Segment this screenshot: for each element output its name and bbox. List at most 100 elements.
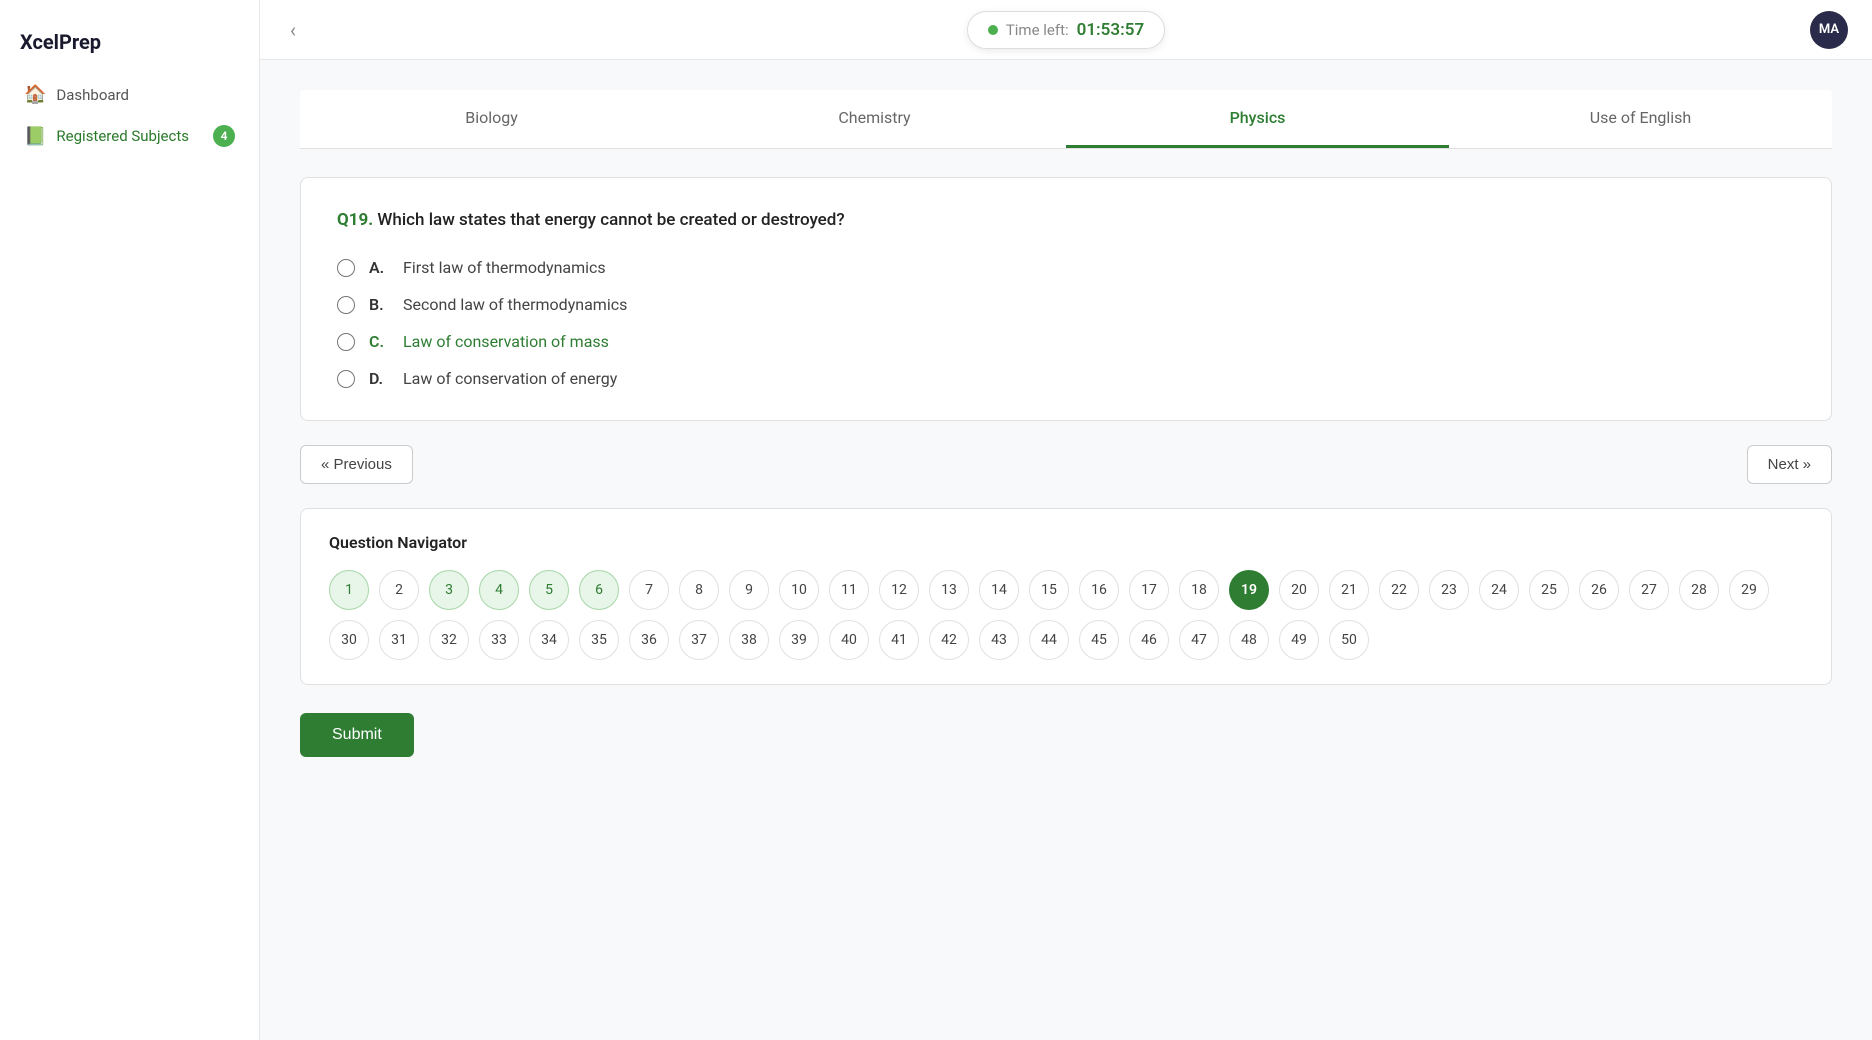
navigator-number-33[interactable]: 33 xyxy=(479,620,519,660)
navigator-number-17[interactable]: 17 xyxy=(1129,570,1169,610)
option-c[interactable]: C. Law of conservation of mass xyxy=(337,332,1795,351)
navigator-number-44[interactable]: 44 xyxy=(1029,620,1069,660)
navigator-number-12[interactable]: 12 xyxy=(879,570,919,610)
app-logo: XcelPrep xyxy=(0,20,259,74)
navigator-number-21[interactable]: 21 xyxy=(1329,570,1369,610)
next-button[interactable]: Next » xyxy=(1747,445,1832,484)
navigator-number-30[interactable]: 30 xyxy=(329,620,369,660)
navigator-number-14[interactable]: 14 xyxy=(979,570,1019,610)
navigator-number-37[interactable]: 37 xyxy=(679,620,719,660)
option-b-radio[interactable] xyxy=(337,296,355,314)
timer-label: Time left: xyxy=(1006,21,1069,39)
navigator-number-24[interactable]: 24 xyxy=(1479,570,1519,610)
navigator-number-11[interactable]: 11 xyxy=(829,570,869,610)
tab-biology-label: Biology xyxy=(465,108,518,127)
nav-buttons: « Previous Next » xyxy=(300,445,1832,484)
option-d-text: Law of conservation of energy xyxy=(403,369,617,388)
navigator-number-34[interactable]: 34 xyxy=(529,620,569,660)
options-list: A. First law of thermodynamics B. Second… xyxy=(337,258,1795,388)
sidebar-item-dashboard[interactable]: 🏠 Dashboard xyxy=(12,74,247,115)
navigator-number-9[interactable]: 9 xyxy=(729,570,769,610)
navigator-number-7[interactable]: 7 xyxy=(629,570,669,610)
navigator-number-35[interactable]: 35 xyxy=(579,620,619,660)
timer-value: 01:53:57 xyxy=(1077,20,1145,40)
navigator-number-32[interactable]: 32 xyxy=(429,620,469,660)
back-button[interactable]: ‹ xyxy=(290,18,296,42)
navigator-number-3[interactable]: 3 xyxy=(429,570,469,610)
question-card: Q19. Which law states that energy cannot… xyxy=(300,177,1832,421)
tab-use-of-english[interactable]: Use of English xyxy=(1449,90,1832,148)
navigator-number-41[interactable]: 41 xyxy=(879,620,919,660)
option-d-radio[interactable] xyxy=(337,370,355,388)
navigator-number-16[interactable]: 16 xyxy=(1079,570,1119,610)
option-a-text: First law of thermodynamics xyxy=(403,258,606,277)
option-a-radio[interactable] xyxy=(337,259,355,277)
navigator-number-13[interactable]: 13 xyxy=(929,570,969,610)
sidebar-item-registered-subjects[interactable]: 📗 Registered Subjects 4 xyxy=(12,115,247,157)
sidebar-item-registered-subjects-label: Registered Subjects xyxy=(56,127,189,145)
navigator-number-48[interactable]: 48 xyxy=(1229,620,1269,660)
option-b[interactable]: B. Second law of thermodynamics xyxy=(337,295,1795,314)
navigator-number-46[interactable]: 46 xyxy=(1129,620,1169,660)
logo-text: XcelPrep xyxy=(20,30,101,54)
navigator-number-39[interactable]: 39 xyxy=(779,620,819,660)
tab-chemistry-label: Chemistry xyxy=(838,108,910,127)
home-icon: 🏠 xyxy=(24,84,46,105)
navigator-number-31[interactable]: 31 xyxy=(379,620,419,660)
navigator-number-27[interactable]: 27 xyxy=(1629,570,1669,610)
navigator-number-25[interactable]: 25 xyxy=(1529,570,1569,610)
navigator-number-36[interactable]: 36 xyxy=(629,620,669,660)
navigator-number-8[interactable]: 8 xyxy=(679,570,719,610)
avatar[interactable]: MA xyxy=(1810,11,1848,49)
navigator-number-40[interactable]: 40 xyxy=(829,620,869,660)
book-icon: 📗 xyxy=(24,126,46,147)
tab-chemistry[interactable]: Chemistry xyxy=(683,90,1066,148)
navigator-number-49[interactable]: 49 xyxy=(1279,620,1319,660)
navigator-number-23[interactable]: 23 xyxy=(1429,570,1469,610)
option-a[interactable]: A. First law of thermodynamics xyxy=(337,258,1795,277)
navigator-number-22[interactable]: 22 xyxy=(1379,570,1419,610)
navigator-number-26[interactable]: 26 xyxy=(1579,570,1619,610)
navigator-number-29[interactable]: 29 xyxy=(1729,570,1769,610)
option-d[interactable]: D. Law of conservation of energy xyxy=(337,369,1795,388)
navigator-number-18[interactable]: 18 xyxy=(1179,570,1219,610)
navigator-number-20[interactable]: 20 xyxy=(1279,570,1319,610)
content-area: Biology Chemistry Physics Use of English… xyxy=(260,60,1872,1040)
navigator-number-47[interactable]: 47 xyxy=(1179,620,1219,660)
tab-biology[interactable]: Biology xyxy=(300,90,683,148)
navigator-number-45[interactable]: 45 xyxy=(1079,620,1119,660)
navigator-number-1[interactable]: 1 xyxy=(329,570,369,610)
submit-button[interactable]: Submit xyxy=(300,713,414,757)
option-b-text: Second law of thermodynamics xyxy=(403,295,627,314)
option-c-text: Law of conservation of mass xyxy=(403,332,609,351)
tab-physics-label: Physics xyxy=(1230,108,1286,127)
navigator-number-5[interactable]: 5 xyxy=(529,570,569,610)
navigator-number-6[interactable]: 6 xyxy=(579,570,619,610)
registered-subjects-badge: 4 xyxy=(213,125,235,147)
question-body: Which law states that energy cannot be c… xyxy=(377,210,844,230)
navigator-number-43[interactable]: 43 xyxy=(979,620,1019,660)
navigator-number-19[interactable]: 19 xyxy=(1229,570,1269,610)
sidebar-nav: 🏠 Dashboard 📗 Registered Subjects 4 xyxy=(0,74,259,157)
navigator-number-10[interactable]: 10 xyxy=(779,570,819,610)
navigator-number-15[interactable]: 15 xyxy=(1029,570,1069,610)
navigator-number-4[interactable]: 4 xyxy=(479,570,519,610)
question-number: Q19. xyxy=(337,210,373,230)
navigator-number-28[interactable]: 28 xyxy=(1679,570,1719,610)
option-a-letter: A. xyxy=(369,258,389,277)
navigator-number-38[interactable]: 38 xyxy=(729,620,769,660)
option-c-radio[interactable] xyxy=(337,333,355,351)
question-navigator-card: Question Navigator 123456789101112131415… xyxy=(300,508,1832,685)
navigator-title: Question Navigator xyxy=(329,533,1803,552)
subject-tabs: Biology Chemistry Physics Use of English xyxy=(300,90,1832,149)
navigator-number-42[interactable]: 42 xyxy=(929,620,969,660)
timer-pill: Time left: 01:53:57 xyxy=(967,11,1165,49)
sidebar-item-dashboard-label: Dashboard xyxy=(56,86,129,104)
option-d-letter: D. xyxy=(369,369,389,388)
tab-physics[interactable]: Physics xyxy=(1066,90,1449,148)
question-text: Q19. Which law states that energy cannot… xyxy=(337,210,1795,230)
navigator-number-2[interactable]: 2 xyxy=(379,570,419,610)
topbar: ‹ Time left: 01:53:57 MA xyxy=(260,0,1872,60)
navigator-number-50[interactable]: 50 xyxy=(1329,620,1369,660)
previous-button[interactable]: « Previous xyxy=(300,445,413,484)
